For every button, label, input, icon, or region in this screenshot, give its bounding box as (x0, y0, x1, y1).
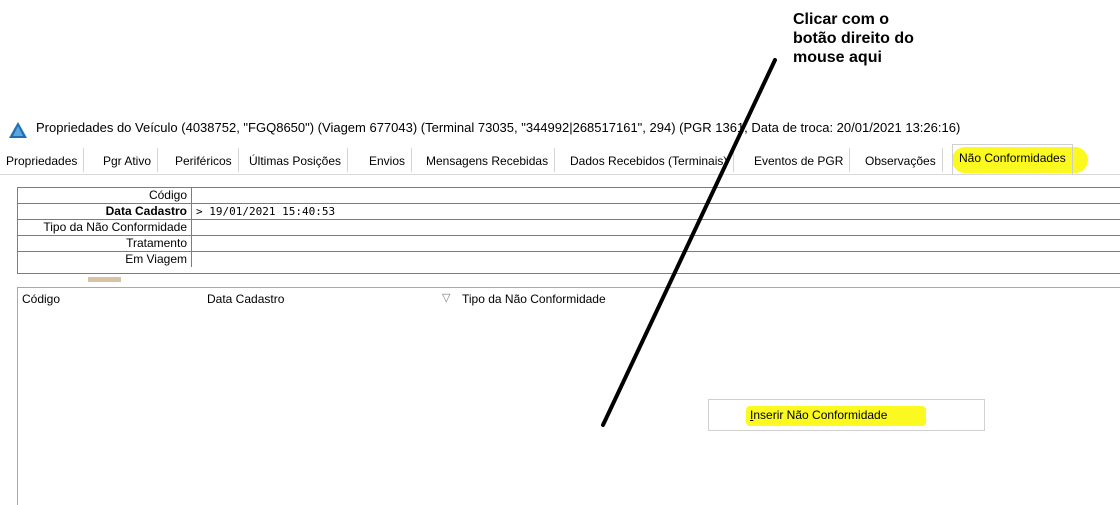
column-header-tipo[interactable]: Tipo da Não Conformidade (462, 292, 606, 306)
form-row: Em Viagem (18, 252, 1120, 267)
annotation-line: mouse aqui (793, 49, 882, 66)
tab-mensagens-recebidas[interactable]: Mensagens Recebidas (420, 148, 556, 172)
column-header-codigo[interactable]: Código (22, 292, 60, 306)
context-menu: Inserir Não Conformidade (708, 399, 985, 431)
tab-perifericos[interactable]: Periféricos (169, 148, 239, 172)
tab-propriedades[interactable]: Propriedades (0, 148, 85, 172)
menu-item-inserir-nao-conformidade[interactable]: Inserir Não Conformidade (750, 408, 887, 422)
form-label-data-cadastro: Data Cadastro (18, 204, 192, 219)
form-row: Código (18, 188, 1120, 204)
tab-pgr-ativo[interactable]: Pgr Ativo (97, 148, 159, 172)
nao-conformidades-list[interactable]: Código Data Cadastro ▽ Tipo da Não Confo… (17, 287, 1120, 505)
app-triangle-icon (9, 122, 27, 138)
tab-eventos-de-pgr[interactable]: Eventos de PGR (748, 148, 851, 172)
tab-envios[interactable]: Envios (363, 148, 413, 172)
tab-observacoes[interactable]: Observações (859, 148, 943, 172)
tab-dados-recebidos[interactable]: Dados Recebidos (Terminais) (564, 148, 735, 172)
menu-item-label: nserir Não Conformidade (753, 408, 888, 422)
form-row: Tratamento (18, 236, 1120, 252)
form-row: Tipo da Não Conformidade (18, 220, 1120, 236)
tab-ultimas-posicoes[interactable]: Últimas Posições (243, 148, 349, 172)
window-title-bar: Propriedades do Veículo (4038752, "FGQ86… (0, 112, 1120, 146)
form-label-codigo: Código (18, 188, 192, 203)
annotation-line: Clicar com o (793, 11, 890, 28)
form-value-data-cadastro[interactable]: > 19/01/2021 15:40:53 (196, 204, 335, 219)
sort-down-triangle-icon: ▽ (442, 292, 451, 304)
window-title: Propriedades do Veículo (4038752, "FGQ86… (36, 120, 961, 135)
tab-nao-conformidades[interactable]: Não Conformidades (952, 144, 1073, 175)
tab-strip: Propriedades Pgr Ativo Periféricos Últim… (0, 144, 1120, 175)
form-row: Data Cadastro > 19/01/2021 15:40:53 (18, 204, 1120, 220)
form-label-tipo: Tipo da Não Conformidade (18, 220, 192, 235)
form-label-em-viagem: Em Viagem (18, 252, 192, 267)
column-header-data-cadastro[interactable]: Data Cadastro (207, 292, 284, 306)
detail-form-grid: Código Data Cadastro > 19/01/2021 15:40:… (17, 187, 1120, 274)
annotation-line: botão direito do (793, 30, 914, 47)
annotation-text: Clicar com o botão direito do mouse aqui (793, 10, 993, 67)
form-label-tratamento: Tratamento (18, 236, 192, 251)
splitter-handle[interactable] (88, 277, 121, 282)
